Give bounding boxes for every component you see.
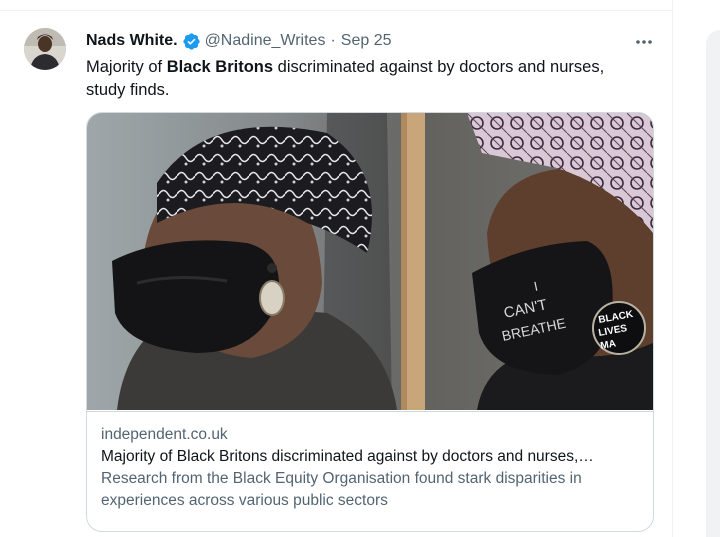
card-image[interactable]: I CAN'T BREATHE BLACK LIVES MA [87, 113, 653, 410]
avatar[interactable] [24, 28, 66, 70]
author-handle[interactable]: @Nadine_Writes [205, 32, 326, 50]
tweet-header: Nads White. @Nadine_Writes · Sep 25 [86, 30, 392, 52]
card-title: Majority of Black Britons discriminated … [101, 448, 594, 465]
more-horizontal-icon[interactable] [633, 31, 655, 53]
tweet-text: Majority of Black Britons discriminated … [86, 56, 646, 102]
tweet-date[interactable]: Sep 25 [341, 32, 392, 50]
link-card[interactable]: I CAN'T BREATHE BLACK LIVES MA independe… [86, 112, 654, 532]
author-name[interactable]: Nads White. [86, 32, 178, 50]
card-meta[interactable]: independent.co.uk Majority of Black Brit… [87, 411, 653, 524]
card-description: Research from the Black Equity Organisat… [101, 470, 582, 509]
tweet-text-start: Majority of [86, 58, 167, 76]
verified-badge-icon [182, 32, 201, 51]
tweet-text-bold: Black Britons [166, 58, 274, 76]
column-divider [672, 0, 673, 537]
separator-dot: · [330, 32, 336, 49]
right-sidebar-panel [706, 30, 720, 537]
tweet[interactable]: Nads White. @Nadine_Writes · Sep 25 Majo… [0, 11, 672, 537]
card-domain: independent.co.uk [101, 426, 228, 443]
